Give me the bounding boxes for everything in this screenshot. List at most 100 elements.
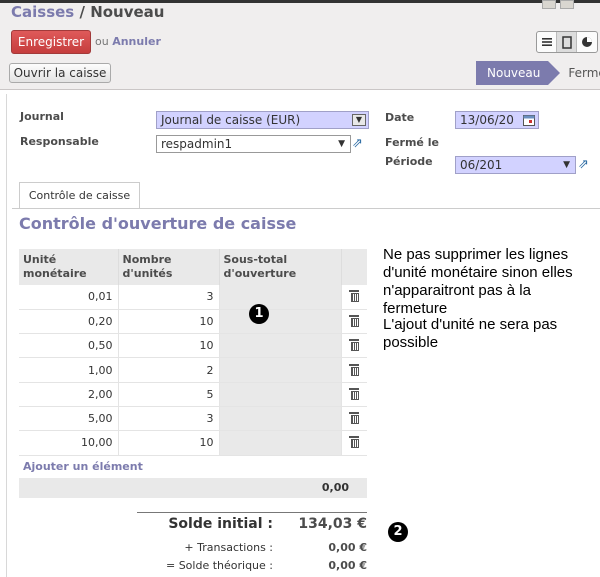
delete-row-button[interactable] (341, 285, 367, 310)
journal-label: Journal (20, 110, 64, 123)
delete-row-button[interactable] (341, 382, 367, 407)
view-switcher (536, 31, 598, 53)
journal-value: Journal de caisse (EUR) (161, 113, 301, 127)
subtotal-cell (219, 430, 342, 456)
trash-icon (349, 290, 360, 303)
table-row[interactable]: 5,00 3 (19, 406, 367, 432)
trash-icon (349, 436, 360, 449)
unit-cell[interactable]: 0,20 (19, 309, 119, 335)
chevron-down-icon[interactable]: ▼ (338, 136, 345, 152)
delete-row-button[interactable] (341, 430, 367, 456)
periode-value: 06/201 (460, 158, 503, 172)
unit-cell[interactable]: 10,00 (19, 430, 119, 456)
or-label: ou (95, 35, 109, 48)
count-cell[interactable]: 5 (118, 382, 220, 407)
add-item-link[interactable]: Ajouter un élément (23, 460, 143, 473)
delete-row-button[interactable] (341, 309, 367, 335)
ferme-label: Fermé le (385, 136, 439, 149)
unit-cell[interactable]: 0,01 (19, 285, 119, 310)
save-button[interactable]: Enregistrer (11, 30, 91, 54)
initial-balance-label: Solde initial : (168, 516, 273, 532)
breadcrumb: Caisses / Nouveau (11, 3, 164, 21)
annotation-note-1: Ne pas supprimer les lignes d'unité moné… (383, 246, 573, 317)
delete-row-button[interactable] (341, 357, 367, 383)
table-row[interactable]: 0,50 10 (19, 333, 367, 359)
transactions-value: 0,00 € (328, 541, 367, 554)
annotation-note-2: L'ajout d'unité ne sera pas possible (383, 316, 558, 351)
table-row[interactable]: 0,01 3 (19, 285, 367, 310)
table-row[interactable]: 10,00 10 (19, 430, 367, 456)
pie-icon (582, 37, 592, 47)
unit-cell[interactable]: 2,00 (19, 382, 119, 407)
dropdown-icon[interactable]: ▼ (352, 114, 366, 126)
chart-view-button[interactable] (577, 32, 597, 52)
calendar-icon[interactable] (523, 114, 535, 126)
annotation-badge-1: 1 (249, 304, 269, 324)
column-header-count[interactable]: Nombre d'unités (118, 249, 220, 285)
breadcrumb-separator: / (79, 3, 85, 21)
periode-label: Période (385, 155, 433, 168)
delete-row-button[interactable] (341, 406, 367, 432)
transactions-label: + Transactions : (184, 541, 273, 554)
table-row[interactable]: 2,00 5 (19, 382, 367, 407)
trash-icon (349, 412, 360, 425)
page-title: Nouveau (90, 3, 165, 21)
count-cell[interactable]: 10 (118, 309, 220, 335)
form-sheet: Journal Responsable Journal de caisse (E… (6, 94, 600, 577)
responsable-input[interactable]: respadmin1 ▼ (156, 135, 351, 153)
status-step-new: Nouveau (476, 61, 561, 85)
subtotal-cell (219, 406, 342, 432)
column-header-actions (341, 249, 367, 285)
list-view-button[interactable] (537, 32, 557, 52)
delete-row-button[interactable] (341, 333, 367, 359)
external-link-icon[interactable]: ⇗ (578, 157, 589, 172)
trash-icon (349, 363, 360, 376)
open-register-button[interactable]: Ouvrir la caisse (9, 63, 111, 83)
tab-divider (12, 208, 600, 209)
table-row[interactable]: 1,00 2 (19, 357, 367, 383)
subtotal-cell (219, 285, 342, 310)
subtotal-cell (219, 357, 342, 383)
tab-cash-control[interactable]: Contrôle de caisse (19, 182, 140, 209)
count-cell[interactable]: 2 (118, 357, 220, 383)
cancel-link[interactable]: Annuler (112, 35, 161, 48)
window-icons (542, 0, 574, 9)
count-cell[interactable]: 10 (118, 430, 220, 456)
status-bar: Nouveau Fermé (476, 61, 600, 85)
unit-cell[interactable]: 1,00 (19, 357, 119, 383)
table-row[interactable]: 0,20 10 (19, 309, 367, 335)
window-tab-icon[interactable] (542, 0, 556, 9)
column-header-unit[interactable]: Unité monétaire (19, 249, 119, 285)
cancel-group: ou Annuler (95, 35, 161, 48)
form-view-button[interactable] (557, 32, 577, 52)
section-title: Contrôle d'ouverture de caisse (19, 214, 297, 233)
column-header-subtotal[interactable]: Sous-total d'ouverture (219, 249, 342, 285)
form-icon (561, 35, 572, 49)
external-link-icon[interactable]: ⇗ (352, 136, 363, 151)
journal-select[interactable]: Journal de caisse (EUR) ▼ (156, 111, 369, 129)
summary-divider (137, 512, 367, 513)
unit-cell[interactable]: 5,00 (19, 406, 119, 432)
annotation-badge-2: 2 (388, 522, 408, 542)
table-total-value: 0,00 (321, 481, 349, 494)
subtotal-cell (219, 382, 342, 407)
trash-icon (349, 314, 360, 327)
window-tab-icon[interactable] (560, 0, 574, 9)
chevron-down-icon[interactable]: ▼ (563, 157, 570, 173)
list-icon (541, 38, 552, 46)
count-cell[interactable]: 10 (118, 333, 220, 359)
count-cell[interactable]: 3 (118, 406, 220, 432)
breadcrumb-parent-link[interactable]: Caisses (11, 3, 74, 21)
table-total-row: 0,00 (19, 478, 367, 498)
date-value: 13/06/20 (460, 113, 514, 127)
date-input[interactable]: 13/06/20 (455, 111, 539, 129)
unit-cell[interactable]: 0,50 (19, 333, 119, 359)
periode-select[interactable]: 06/201 ▼ (455, 156, 576, 174)
count-cell[interactable]: 3 (118, 285, 220, 310)
initial-balance-value: 134,03 € (298, 516, 367, 532)
trash-icon (349, 387, 360, 400)
responsable-value: respadmin1 (161, 137, 233, 151)
cashbox-lines-table: Unité monétaire Nombre d'unités Sous-tot… (19, 249, 367, 456)
theoretical-balance-value: 0,00 € (328, 559, 367, 572)
trash-icon (349, 339, 360, 352)
